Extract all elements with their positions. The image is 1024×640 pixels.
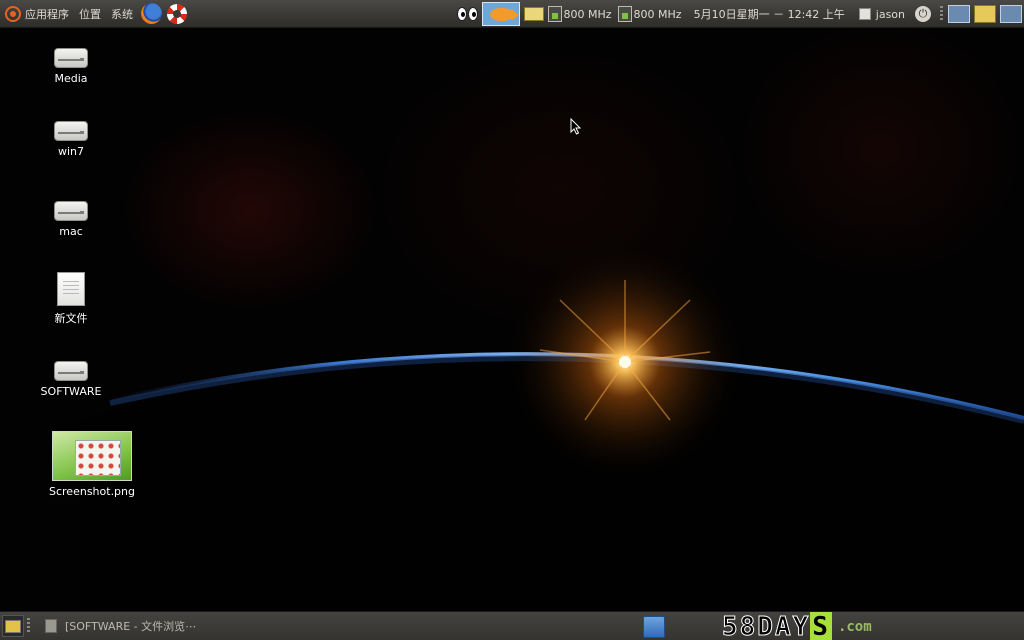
places-menu-label: 位置 <box>79 7 101 21</box>
cpu1-freq-label: 800 MHz <box>563 7 612 21</box>
drive-icon <box>54 197 88 221</box>
desktop-icon-win7[interactable]: win7 <box>26 117 116 158</box>
cpu1-freq-applet[interactable]: 800 MHz <box>547 2 614 26</box>
earth-horizon-graphic <box>80 242 1024 640</box>
fish-applet[interactable] <box>481 2 520 26</box>
desktop-icon-screenshot[interactable]: Screenshot.png <box>47 431 137 498</box>
panel-grip[interactable] <box>27 618 30 634</box>
top-panel-tray: 800 MHz 800 MHz 5月10日星期一 － 12:42 上午 jaso… <box>455 0 1024 28</box>
fish-icon <box>489 7 519 21</box>
power-icon[interactable]: ⏻ <box>915 6 931 22</box>
top-panel: 应用程序 位置 系统 800 MHz 800 MHz 5月10日星期一 － 12… <box>0 0 1024 28</box>
desktop-wallpaper <box>0 0 1024 640</box>
document-icon <box>57 272 85 306</box>
desktop-icon-label: Screenshot.png <box>49 485 135 498</box>
firefox-icon <box>140 3 162 24</box>
image-thumbnail-icon <box>52 431 132 481</box>
ubuntu-logo-icon <box>5 5 21 22</box>
top-panel-menus: 应用程序 位置 系统 <box>0 0 190 28</box>
user-name-label: jason <box>875 7 905 21</box>
file-manager-icon <box>45 619 57 633</box>
mail-applet[interactable] <box>523 2 544 26</box>
desktop-icon-label: Media <box>54 72 88 85</box>
clock-label: 5月10日星期一 － 12:42 上午 <box>693 8 845 21</box>
watermark-text-part3: .com <box>837 618 872 635</box>
taskbar-item-label: [SOFTWARE - 文件浏览⋯ <box>65 620 197 633</box>
mail-icon <box>523 7 544 21</box>
help-launcher[interactable] <box>165 2 189 26</box>
desktop-icon-label: mac <box>59 225 83 238</box>
show-desktop-button[interactable] <box>2 615 24 637</box>
cpu2-freq-label: 800 MHz <box>633 7 682 21</box>
cpu2-freq-applet[interactable]: 800 MHz <box>617 2 684 26</box>
desktop-icon-software[interactable]: SOFTWARE <box>26 357 116 398</box>
places-menu[interactable]: 位置 <box>74 2 106 26</box>
eye-icon <box>456 7 467 21</box>
bottom-panel: [SOFTWARE - 文件浏览⋯ 58DAY S .com <box>0 611 1024 640</box>
clock-applet[interactable]: 5月10日星期一 － 12:42 上午 <box>688 2 853 26</box>
taskbar-item-software[interactable]: [SOFTWARE - 文件浏览⋯ <box>39 615 229 637</box>
applications-menu[interactable]: 应用程序 <box>0 2 74 26</box>
cpu-icon <box>547 6 562 22</box>
drive-icon <box>54 44 88 68</box>
xeyes-applet[interactable] <box>456 2 478 26</box>
fish-applet-box <box>481 2 520 26</box>
desktop-icon-mac[interactable]: mac <box>26 197 116 238</box>
system-menu[interactable]: 系统 <box>106 2 138 26</box>
desktop-icon-label: SOFTWARE <box>40 385 102 398</box>
system-menu-label: 系统 <box>111 7 133 21</box>
applications-menu-label: 应用程序 <box>25 7 69 21</box>
mouse-cursor-icon <box>570 118 582 135</box>
user-status-icon <box>858 8 871 20</box>
desktop-icon-label: 新文件 <box>54 312 88 325</box>
user-switcher[interactable]: jason <box>855 8 915 21</box>
drive-icon <box>54 117 88 141</box>
trash-icon[interactable] <box>643 616 665 638</box>
desktop-icon-new-file[interactable]: 新文件 <box>26 272 116 326</box>
watermark-text-part1: 58DAY <box>721 611 811 640</box>
notes-icon[interactable] <box>974 5 996 23</box>
desktop-icon-label: win7 <box>57 145 85 158</box>
watermark-logo: 58DAY S .com <box>721 611 872 640</box>
display-icon[interactable] <box>1000 5 1022 23</box>
help-icon <box>167 3 187 24</box>
watermark-text-part2: S <box>810 611 832 640</box>
network-icon[interactable] <box>948 5 970 23</box>
panel-grip[interactable] <box>940 6 943 22</box>
firefox-launcher[interactable] <box>139 2 163 26</box>
desktop-icon-media[interactable]: Media <box>26 44 116 85</box>
eye-icon <box>467 7 478 21</box>
drive-icon <box>54 357 88 381</box>
cpu-icon <box>617 6 632 22</box>
